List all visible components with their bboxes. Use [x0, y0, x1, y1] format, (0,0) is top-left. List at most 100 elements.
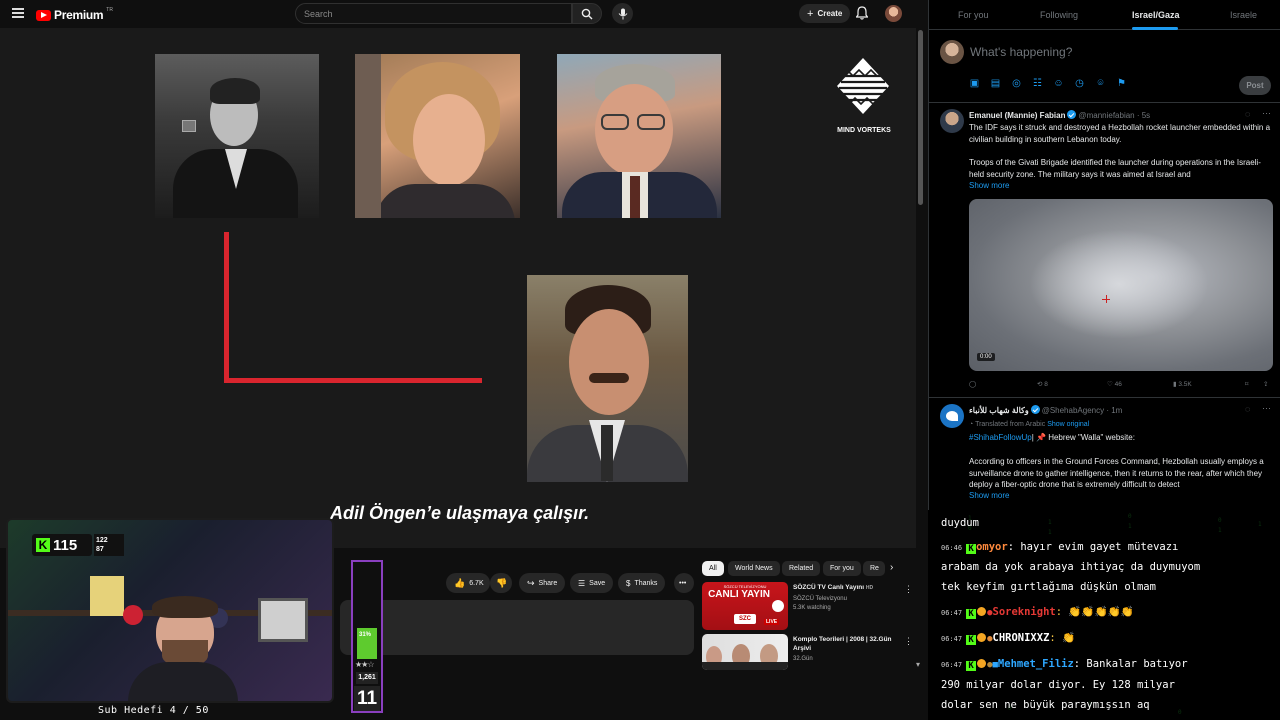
recommendation-menu-icon[interactable]: ⋮	[904, 636, 913, 647]
stat-b: 87	[96, 546, 104, 553]
bookmark-icon[interactable]: ⌑	[1245, 380, 1248, 388]
chat-message: arabam da yok arabaya ihtiyaç da duymuyo…	[941, 561, 1201, 573]
grok-icon[interactable]: ◎	[1011, 78, 1022, 89]
recommendation-item[interactable]: Komplo Teorileri | 2008 | 32.Gün Arşivi …	[702, 634, 914, 670]
chip-all[interactable]: All	[702, 561, 724, 576]
post-button[interactable]: Post	[1239, 76, 1271, 95]
tweet-text: Troops of the Givati Brigade identified …	[969, 158, 1261, 179]
search-button[interactable]	[572, 3, 602, 24]
author-avatar[interactable]	[940, 109, 964, 133]
grok-analyze-icon[interactable]: ◌	[1245, 404, 1250, 414]
recommendation-channel[interactable]: 32.Gün	[793, 656, 813, 662]
chat-message: 06:47 K ●■Mehmet_Filiz: Bankalar batıyor	[941, 658, 1188, 671]
chat-username[interactable]: Soreknight	[993, 606, 1056, 618]
chips-next-chevron-icon[interactable]: ›	[890, 562, 893, 573]
tweet[interactable]: وكالة شهاب للأنباء @ShehabAgency · 1m ◌ ⋯…	[929, 398, 1280, 510]
gif-icon[interactable]: ▤	[990, 78, 1001, 89]
more-options-icon[interactable]: ⋯	[1262, 403, 1271, 414]
repost-button[interactable]: ⟲ 8	[1037, 380, 1048, 388]
compose-input[interactable]: What's happening?	[970, 45, 1072, 59]
show-more-link[interactable]: Show more	[969, 181, 1009, 190]
show-more-link[interactable]: Show more	[969, 491, 1009, 500]
video-player[interactable]: MIND VORTEKS Adil Öngen’e ulaşmaya çalış…	[0, 28, 916, 548]
youtube-logo[interactable]: Premium TR	[36, 7, 113, 22]
recommendation-item[interactable]: SÖZCÜ TELEVİZYONU CANLI YAYIN SZC LIVE S…	[702, 582, 914, 632]
chat-timestamp: 06:46	[941, 544, 963, 552]
timeline-tabs: For you Following Israel/Gaza Israele	[929, 0, 1280, 30]
menu-icon[interactable]	[12, 8, 24, 18]
recommendation-menu-icon[interactable]: ⋮	[904, 584, 913, 595]
grok-analyze-icon[interactable]: ◌	[1245, 109, 1250, 119]
author-name[interactable]: وكالة شهاب للأنباء @ShehabAgency · 1m	[969, 405, 1122, 415]
channel-watermark: MIND VORTEKS	[837, 127, 891, 134]
tab-following[interactable]: Following	[1040, 10, 1078, 20]
thanks-button[interactable]: $ Thanks	[618, 573, 666, 593]
tab-israele[interactable]: Israele	[1230, 10, 1257, 20]
like-button[interactable]: 👍 6.7K	[446, 573, 490, 593]
chip-for-you[interactable]: For you	[823, 561, 861, 576]
share-icon[interactable]: ⇪	[1263, 380, 1268, 388]
thumb-play-icon	[772, 600, 784, 612]
search-input[interactable]: Search	[295, 3, 572, 24]
notifications-bell-icon[interactable]	[855, 6, 869, 25]
recommendation-thumbnail[interactable]: SÖZCÜ TELEVİZYONU CANLI YAYIN SZC LIVE	[702, 582, 788, 630]
scroll-down-arrow-icon[interactable]: ▾	[916, 660, 920, 669]
chat-username[interactable]: Mehmet_Filiz	[998, 658, 1074, 670]
like-count: 6.7K	[469, 579, 484, 587]
schedule-icon[interactable]: ◷	[1074, 78, 1085, 89]
crosshair-icon	[1102, 295, 1110, 303]
recommendation-thumbnail[interactable]	[702, 634, 788, 670]
author-avatar[interactable]	[940, 404, 964, 428]
like-button[interactable]: ♡ 46	[1107, 380, 1122, 388]
thanks-label: Thanks	[634, 579, 658, 587]
emoji-icon[interactable]: ☺	[1053, 78, 1064, 89]
svg-text:1: 1	[1048, 519, 1052, 526]
save-icon: ☰	[578, 578, 586, 588]
tab-for-you[interactable]: For you	[958, 10, 989, 20]
streamer	[128, 590, 238, 701]
tweet-actions: ◯ ⟲ 8 ♡ 46 ▮ 3.5K ⌑ ⇪	[969, 380, 1273, 392]
dislike-button[interactable]: 👎	[490, 573, 512, 593]
description-box[interactable]	[340, 600, 694, 655]
recommendation-channel[interactable]: SÖZCÜ Televizyonu	[793, 596, 847, 602]
compose-avatar[interactable]	[940, 40, 964, 64]
chat-username[interactable]: CHRONIXXZ	[993, 632, 1050, 644]
chat-username[interactable]: omyor	[976, 541, 1008, 553]
more-options-icon[interactable]: ⋯	[1262, 108, 1271, 119]
page-scrollbar[interactable]	[918, 30, 923, 205]
flag-icon[interactable]: ⚑	[1116, 78, 1127, 89]
chip-world-news[interactable]: World News	[728, 561, 780, 576]
search-icon	[581, 8, 593, 19]
chat-message: duydum	[941, 517, 979, 529]
kick-sub-badge-icon: K	[966, 609, 977, 619]
chat-message: 290 milyar dolar diyor. Ey 128 milyar	[941, 679, 1175, 691]
reply-icon[interactable]: ◯	[969, 380, 976, 388]
voice-search-button[interactable]	[612, 3, 633, 24]
svg-text:0: 0	[1178, 709, 1182, 716]
show-original-link[interactable]: Show original	[1047, 421, 1089, 428]
more-actions-button[interactable]: •••	[674, 573, 694, 593]
chat-message: 06:47 K ●CHRONIXXZ: 👏	[941, 631, 1075, 645]
tab-israel-gaza[interactable]: Israel/Gaza	[1132, 10, 1180, 20]
chip-related[interactable]: Related	[782, 561, 821, 576]
location-icon[interactable]: ⌾	[1095, 78, 1106, 89]
chip-recently-uploaded[interactable]: Re	[863, 561, 885, 576]
image-icon[interactable]: ▣	[969, 78, 980, 89]
poll-icon[interactable]: ☷	[1032, 78, 1043, 89]
tweet-video[interactable]: 0:00	[969, 199, 1273, 371]
svg-text:1: 1	[1258, 521, 1262, 528]
thumb-main-text: CANLI YAYIN	[708, 589, 770, 600]
kick-logo-icon: K	[36, 538, 50, 552]
create-button[interactable]: + Create	[799, 4, 851, 23]
tweet[interactable]: Emanuel (Mannie) Fabian @manniefabian · 5…	[929, 103, 1280, 396]
views-button[interactable]: ▮ 3.5K	[1173, 380, 1192, 388]
author-name[interactable]: Emanuel (Mannie) Fabian @manniefabian · 5…	[969, 110, 1150, 120]
share-button[interactable]: ↪ Share	[519, 573, 566, 593]
chat-message: 06:47 K ●Soreknight: 👏👏👏👏👏	[941, 605, 1134, 619]
meter-percent: 31%	[359, 632, 372, 638]
hashtag-link[interactable]: #ShihabFollowUp	[969, 433, 1032, 442]
account-avatar[interactable]	[885, 5, 902, 22]
author-handle: @manniefabian · 5s	[1078, 111, 1151, 120]
save-button[interactable]: ☰ Save	[570, 573, 614, 593]
translate-icon: ◔	[969, 421, 974, 428]
